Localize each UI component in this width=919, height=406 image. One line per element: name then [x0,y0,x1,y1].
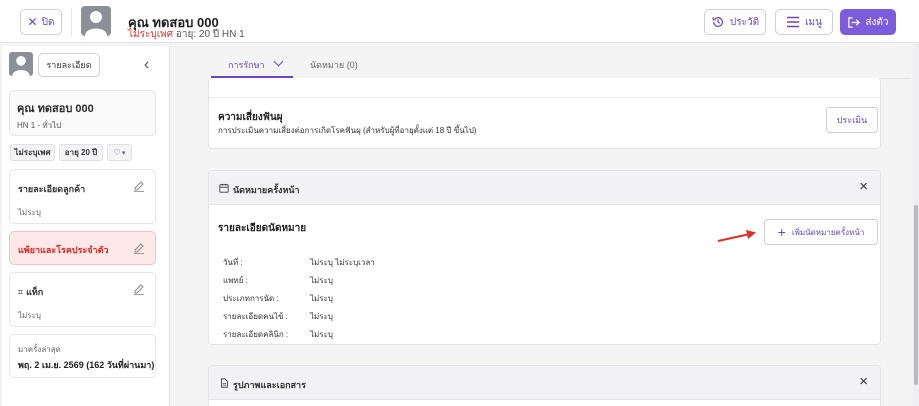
add-next-appointment-button[interactable]: + เพิ่มนัดหมายครั้งหน้า [764,219,878,245]
close-panel-icon[interactable]: × [859,179,868,194]
row-key: รายละเอียดคนไข้ : [223,312,288,321]
row-value: ไม่ระบุ [310,312,333,321]
heart-icon: ♡ [113,148,121,157]
risk-description: การประเมินความเสี่ยงต่อการเกิดโรคฟันผุ (… [218,126,477,135]
documents-panel: รูปภาพและเอกสาร × [208,365,881,406]
tab-appointments[interactable]: นัดหมาย (0) [310,58,358,72]
risk-title: ความเสี่ยงฟันผุ [218,112,283,123]
add-appointment-label: เพิ่มนัดหมายครั้งหน้า [791,227,865,237]
caries-risk-panel: ความเสี่ยงฟันผุ การประเมินความเสี่ยงต่อก… [208,78,881,149]
close-button[interactable]: ✕ ปิด [20,9,62,35]
row-value: ไม่ระบุ [310,294,333,303]
tab-treatment[interactable]: การรักษา [228,56,284,72]
tags-value: ไม่ระบุ [18,311,41,320]
menu-button[interactable]: เมนู [775,9,833,35]
tags-title: ⌗ แท็ก [18,287,44,297]
heart-dropdown[interactable]: ♡ ▾ [107,144,132,161]
evaluate-button[interactable]: ประเมิน [826,107,878,133]
document-icon [221,378,228,388]
edit-icon[interactable] [133,283,145,295]
annotation-arrow-icon [717,230,756,242]
plus-icon: + [777,224,786,240]
tag-icon: ⌗ [18,287,24,297]
sidebar-avatar [9,52,33,76]
send-out-icon [848,16,861,28]
next-appointment-panel: นัดหมายครั้งหน้า × รายละเอียดนัดหมาย + เ… [208,170,881,345]
chevron-left-icon[interactable]: ‹ [144,57,149,73]
customer-detail-card: รายละเอียดลูกค้า ไม่ระบุ [9,169,156,224]
gender-label: ไม่ระบุเพศ [128,29,174,40]
panel-header: รูปภาพและเอกสาร × [209,366,880,400]
menu-label: เมนู [805,16,822,28]
hamburger-icon [787,16,800,28]
allergy-title: แพ้ยาและโรคประจำตัว [18,245,109,255]
close-icon: ✕ [27,15,38,29]
close-panel-icon[interactable]: × [859,374,868,389]
row-key: แพทย์ : [223,276,248,285]
hn-line: HN 1 - ทั่วไป [17,121,62,130]
allergy-card: แพ้ยาและโรคประจำตัว [9,231,156,265]
last-visit-card: มาครั้งล่าสุด พฤ. 2 เม.ย. 2569 (162 วันท… [9,334,156,378]
chevron-down-icon [273,56,284,67]
history-label: ประวัติ [729,16,760,28]
last-visit-date: พฤ. 2 เม.ย. 2569 (162 วันที่ผ่านมา) [18,360,155,370]
history-icon [712,16,723,27]
close-label: ปิด [41,16,55,28]
row-value: ไม่ระบุ [310,276,333,285]
history-button[interactable]: ประวัติ [704,9,766,35]
row-value: ไม่ระบุ [310,330,333,339]
divider [209,97,880,98]
documents-title: รูปภาพและเอกสาร [233,380,306,390]
avatar [81,6,111,36]
patient-sidebar: รายละเอียด ‹ คุณ ทดสอบ 000 HN 1 - ทั่วไป… [2,46,170,406]
appointment-detail-title: รายละเอียดนัดหมาย [218,223,307,234]
detail-button[interactable]: รายละเอียด [38,53,100,77]
sidebar-patient-name: คุณ ทดสอบ 000 [17,103,94,115]
chevron-down-icon: ▾ [121,149,126,157]
top-bar: ✕ ปิด คุณ ทดสอบ 000 ไม่ระบุเพศ อายุ: 20 … [0,0,919,43]
customer-detail-value: ไม่ระบุ [18,208,41,217]
edit-icon[interactable] [133,242,145,254]
scrollbar-thumb[interactable] [914,205,918,385]
calendar-icon [219,183,229,193]
customer-detail-title: รายละเอียดลูกค้า [18,184,86,194]
main-content: การรักษา นัดหมาย (0) ความเสี่ยงฟันผุ การ… [171,43,913,406]
gender-chip: ไม่ระบุเพศ [10,144,55,161]
age-chip: อายุ 20 ปี [59,144,103,161]
next-appointment-title: นัดหมายครั้งหน้า [233,185,300,195]
row-key: วันที่ : [223,258,243,267]
tags-card: ⌗ แท็ก ไม่ระบุ [9,272,156,327]
row-key: รายละเอียดคลินิก : [223,330,289,339]
send-button[interactable]: ส่งตัว [840,9,896,35]
row-value: ไม่ระบุ ไม่ระบุเวลา [310,258,375,267]
last-visit-label: มาครั้งล่าสุด [18,345,61,354]
panel-header: นัดหมายครั้งหน้า × [209,171,880,205]
send-label: ส่งตัว [865,16,889,28]
patient-card: คุณ ทดสอบ 000 HN 1 - ทั่วไป [9,90,156,136]
patient-meta: ไม่ระบุเพศ อายุ: 20 ปี HN 1 [128,27,245,42]
row-key: ประเภทการนัด : [223,294,279,303]
age-hn-label: อายุ: 20 ปี HN 1 [175,29,245,40]
edit-icon[interactable] [133,180,145,192]
tab-bar: การรักษา นัดหมาย (0) [211,43,911,79]
divider [71,8,72,36]
